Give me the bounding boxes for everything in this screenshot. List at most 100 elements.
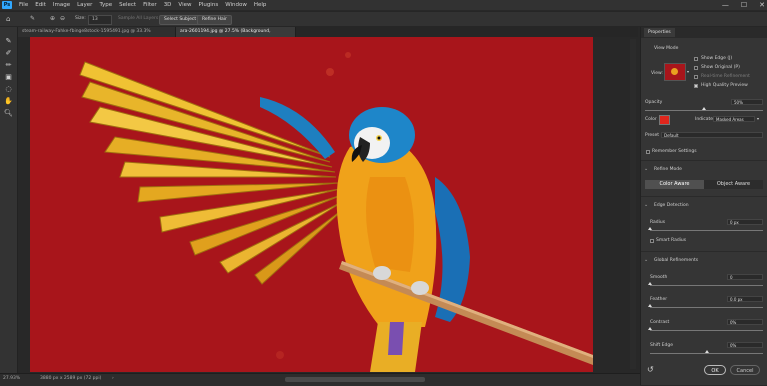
document-tab-ara[interactable]: ara-2601194.jpg @ 27.5% (Background, RGB… [176, 27, 296, 44]
brush-tool-icon[interactable]: ✎ [30, 15, 35, 23]
color-aware-button[interactable]: Color Aware [645, 180, 704, 189]
radius-slider-track[interactable] [650, 230, 763, 231]
menu-file[interactable]: File [19, 2, 28, 8]
menu-image[interactable]: Image [53, 2, 70, 8]
tools-panel: ✎ ✐ ✏ ▣ ◌ ✋ 🔍︎ [0, 27, 18, 373]
zoom-level[interactable]: 27.93% [3, 376, 20, 381]
menu-3d[interactable]: 3D [164, 2, 172, 8]
photoshop-logo: Ps [2, 1, 12, 9]
menu-window[interactable]: Window [225, 2, 247, 8]
object-aware-button[interactable]: Object Aware [704, 180, 763, 189]
size-label: Size: [75, 16, 86, 21]
high-quality-preview-checkbox[interactable] [694, 84, 698, 88]
color-label: Color [645, 117, 657, 122]
view-mode-heading: View Mode [654, 46, 679, 51]
home-icon[interactable]: ⌂ [6, 15, 10, 23]
section-divider [641, 196, 767, 197]
menu-plugins[interactable]: Plugins [198, 2, 218, 8]
feather-slider-track[interactable] [650, 307, 763, 308]
canvas-area[interactable] [18, 37, 638, 373]
tab-properties[interactable]: Properties [644, 28, 675, 37]
refine-mode-heading: Refine Mode [654, 167, 682, 172]
add-to-selection-icon[interactable]: ⊕ [50, 15, 55, 23]
zoom-tool-icon[interactable]: 🔍︎ [4, 109, 13, 118]
maximize-button[interactable]: ☐ [741, 1, 747, 9]
show-original-checkbox[interactable] [694, 66, 698, 70]
brush-tool-icon[interactable]: ✏ [4, 61, 13, 70]
horizontal-scrollbar[interactable] [285, 377, 425, 382]
feather-label: Feather [650, 297, 668, 302]
preset-label: Preset [645, 133, 660, 138]
contrast-slider-track[interactable] [650, 330, 763, 331]
close-button[interactable]: ✕ [759, 1, 765, 9]
menu-select[interactable]: Select [119, 2, 136, 8]
parrot-photo [30, 37, 593, 372]
ok-button[interactable]: OK [704, 365, 726, 375]
contrast-input[interactable]: 0% [727, 319, 763, 325]
menu-help[interactable]: Help [254, 2, 267, 8]
minimize-button[interactable]: — [722, 1, 729, 9]
options-bar: ⌂ ✎ ⊕ ⊖ Size: 13 Sample All Layers Selec… [0, 11, 767, 27]
cancel-button[interactable]: Cancel [730, 365, 760, 375]
document-tab-steam-railway[interactable]: steam-railway-Fahke-fbinge8stock-1595491… [18, 27, 176, 44]
status-menu-arrow[interactable]: › [112, 376, 114, 381]
contrast-slider-thumb[interactable] [648, 327, 652, 330]
radius-slider-thumb[interactable] [648, 227, 652, 230]
vertical-scrollbar[interactable] [630, 39, 636, 369]
radius-input[interactable]: 0 px [727, 219, 763, 225]
subtract-from-selection-icon[interactable]: ⊖ [60, 15, 65, 23]
sample-all-layers-checkbox[interactable]: Sample All Layers [118, 15, 158, 23]
show-edge-checkbox[interactable] [694, 57, 698, 61]
smooth-slider-track[interactable] [650, 285, 763, 286]
contrast-label: Contrast [650, 320, 670, 325]
shift-edge-slider-track[interactable] [650, 353, 763, 354]
select-subject-button[interactable]: Select Subject [159, 15, 202, 25]
indicates-dropdown[interactable]: Masked Areas [713, 116, 755, 122]
global-refinements-heading: Global Refinements [654, 258, 699, 263]
smooth-label: Smooth [650, 275, 668, 280]
reset-icon[interactable]: ↺ [647, 365, 654, 374]
section-divider [641, 160, 767, 161]
feather-input[interactable]: 0.0 px [727, 296, 763, 302]
quick-selection-tool-icon[interactable]: ✎ [4, 37, 13, 46]
opacity-input[interactable]: 50% [731, 99, 763, 105]
document-size: 3880 px x 2589 px (72 ppi) [40, 376, 102, 381]
indicates-chevron-icon[interactable]: ▾ [757, 116, 759, 121]
realtime-refinement-checkbox[interactable] [694, 75, 698, 79]
smooth-slider-thumb[interactable] [648, 282, 652, 285]
opacity-label: Opacity [645, 100, 663, 105]
hand-tool-icon[interactable]: ✋ [4, 97, 13, 106]
menu-view[interactable]: View [178, 2, 191, 8]
smart-radius-checkbox[interactable] [650, 239, 654, 243]
color-swatch[interactable] [659, 115, 670, 125]
shift-edge-label: Shift Edge [650, 343, 673, 348]
opacity-slider-thumb[interactable] [702, 107, 706, 110]
radius-label: Radius [650, 220, 666, 225]
opacity-slider-track[interactable] [645, 110, 763, 111]
menu-edit[interactable]: Edit [35, 2, 46, 8]
refine-edge-brush-icon[interactable]: ✐ [4, 49, 13, 58]
object-selection-tool-icon[interactable]: ▣ [4, 73, 13, 82]
menu-layer[interactable]: Layer [77, 2, 92, 8]
status-bar: 27.93% 3880 px x 2589 px (72 ppi) › [0, 373, 640, 386]
shift-edge-slider-thumb[interactable] [704, 350, 709, 353]
shift-edge-input[interactable]: 0% [727, 342, 763, 348]
menu-filter[interactable]: Filter [143, 2, 157, 8]
global-refinements-chevron-icon[interactable]: ⌄ [644, 257, 648, 263]
document-tab-bar: steam-railway-Fahke-fbinge8stock-1595491… [18, 27, 638, 44]
section-divider [641, 251, 767, 252]
menu-type[interactable]: Type [99, 2, 112, 8]
smooth-input[interactable]: 0 [727, 274, 763, 280]
view-dropdown-chevron-icon[interactable]: ▾ [687, 69, 689, 74]
view-mode-thumbnail[interactable] [664, 63, 686, 81]
refine-mode-chevron-icon[interactable]: ⌄ [644, 166, 648, 172]
view-label: View: [651, 71, 663, 76]
lasso-tool-icon[interactable]: ◌ [4, 85, 13, 94]
document-image[interactable] [30, 37, 593, 372]
remember-settings-checkbox[interactable] [646, 150, 650, 154]
refine-hair-button[interactable]: Refine Hair [197, 15, 232, 25]
feather-slider-thumb[interactable] [648, 304, 652, 307]
edge-detection-chevron-icon[interactable]: ⌄ [644, 202, 648, 208]
preset-dropdown[interactable]: Default [661, 132, 763, 138]
size-input[interactable]: 13 [88, 15, 112, 25]
